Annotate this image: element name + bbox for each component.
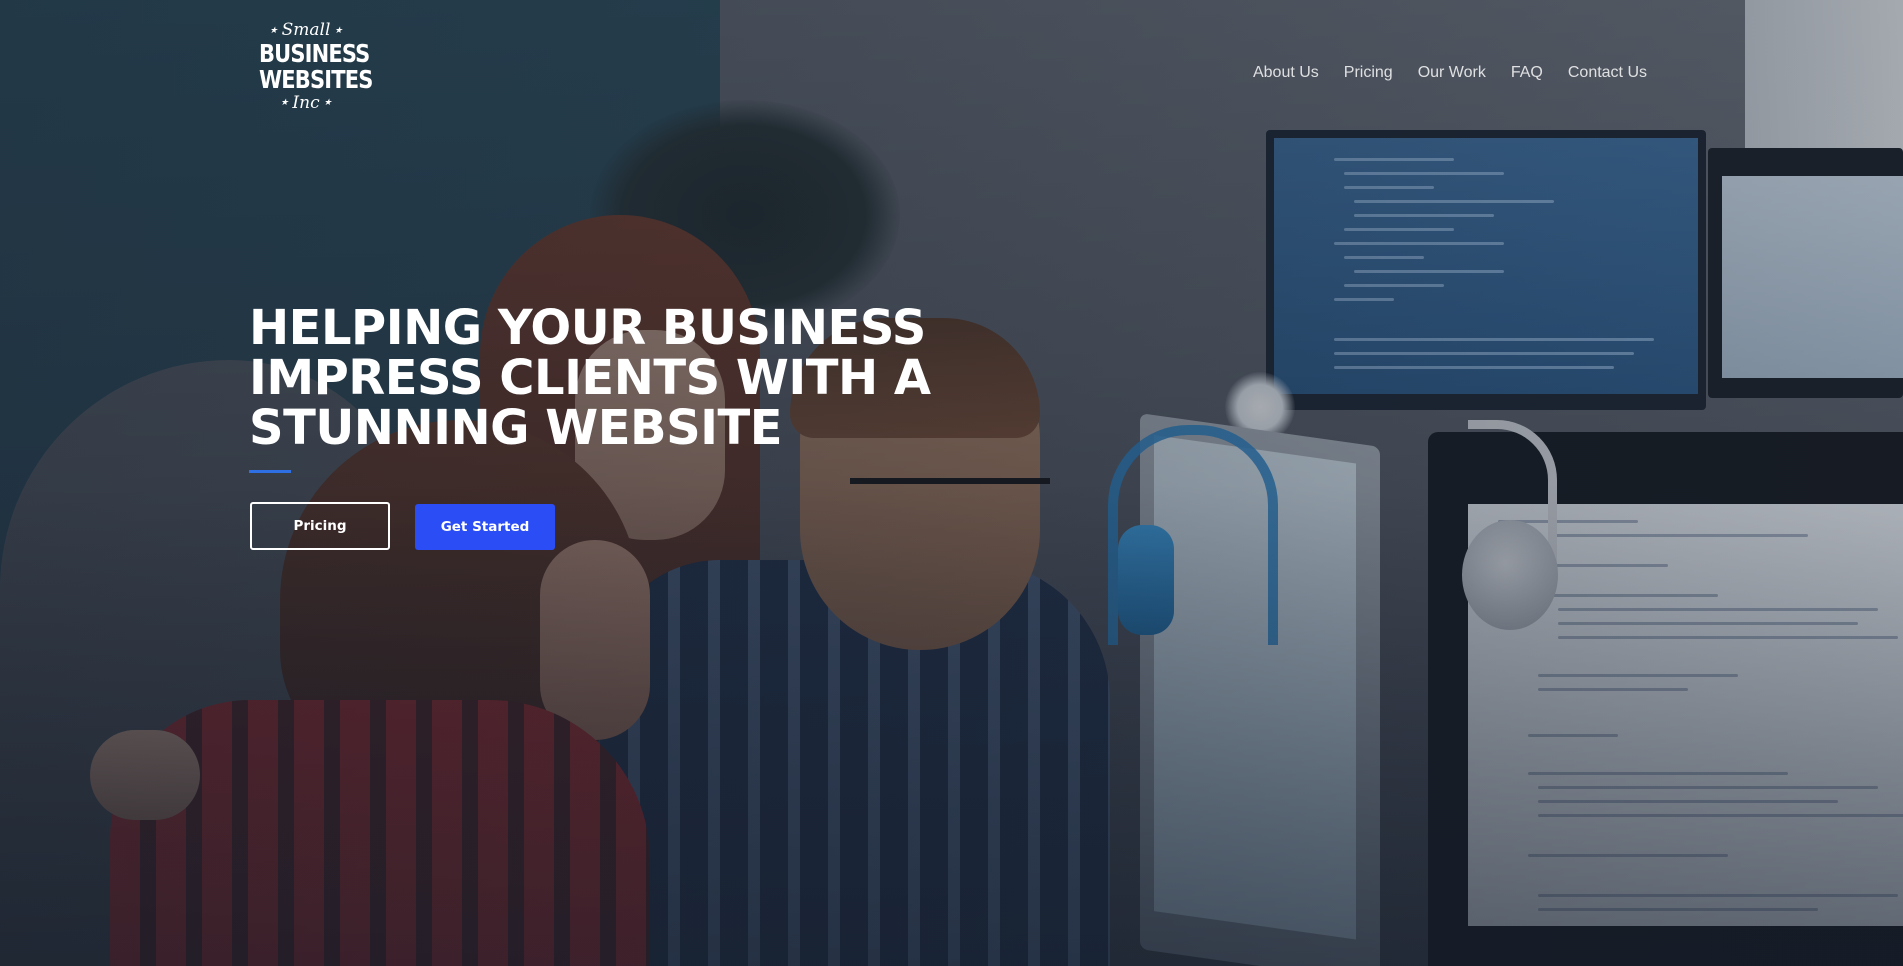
headline-line-1: HELPING YOUR BUSINESS <box>249 300 926 356</box>
logo-top-line: ★ Small ★ <box>250 20 362 41</box>
star-icon: ★ <box>269 25 278 36</box>
site-logo[interactable]: ★ Small ★ BUSINESS WEBSITES ★ Inc ★ <box>250 20 373 130</box>
hero-headline: HELPING YOUR BUSINESS IMPRESS CLIENTS WI… <box>249 303 1009 453</box>
star-icon: ★ <box>323 98 332 108</box>
nav-link-our-work[interactable]: Our Work <box>1418 64 1486 82</box>
nav-link-contact-us[interactable]: Contact Us <box>1568 64 1647 82</box>
logo-line-1: BUSINESS <box>258 38 370 68</box>
star-icon: ★ <box>280 98 289 108</box>
logo-bottom-script: Inc <box>292 92 320 113</box>
headline-line-3: STUNNING WEBSITE <box>249 400 783 456</box>
logo-line-2: WEBSITES <box>258 64 373 94</box>
get-started-button[interactable]: Get Started <box>415 504 555 550</box>
bottom-overlay <box>0 0 1903 966</box>
star-icon: ★ <box>334 25 343 36</box>
nav-link-pricing[interactable]: Pricing <box>1344 64 1393 82</box>
headline-line-2: IMPRESS CLIENTS WITH A <box>249 350 931 406</box>
nav-link-about-us[interactable]: About Us <box>1253 64 1319 82</box>
pricing-button[interactable]: Pricing <box>250 502 390 550</box>
logo-top-script: Small <box>281 20 331 40</box>
logo-bottom-line: ★ Inc ★ <box>250 93 362 114</box>
hero-section: ★ Small ★ BUSINESS WEBSITES ★ Inc ★ About Us… <box>0 0 1903 966</box>
headline-accent-line <box>249 470 291 473</box>
nav-link-faq[interactable]: FAQ <box>1511 64 1543 82</box>
main-nav: About Us Pricing Our Work FAQ Contact Us <box>1228 64 1647 82</box>
